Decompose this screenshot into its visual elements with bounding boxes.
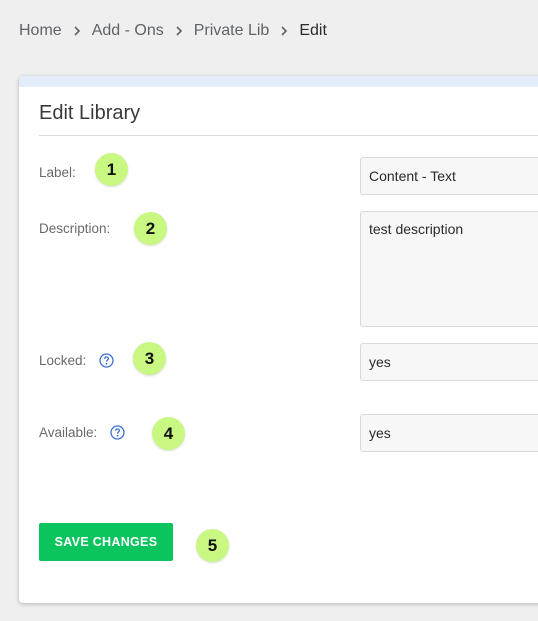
available-field-label: Available: — [39, 425, 125, 440]
label-input[interactable]: Content - Text — [360, 157, 538, 195]
available-select[interactable]: yes — [360, 414, 538, 452]
locked-select[interactable]: yes — [360, 343, 538, 381]
description-textarea[interactable]: test description — [360, 211, 538, 327]
breadcrumb-home[interactable]: Home — [19, 22, 62, 40]
description-field-label: Description: — [39, 221, 110, 236]
annotation-badge-2: 2 — [134, 212, 167, 245]
chevron-right-icon — [164, 21, 194, 41]
locked-field-label: Locked: — [39, 353, 114, 368]
breadcrumb: Home Add - Ons Private Lib Edit — [19, 21, 327, 41]
annotation-badge-4: 4 — [152, 417, 185, 450]
annotation-badge-3: 3 — [133, 342, 166, 375]
card-accent-bar — [19, 76, 538, 87]
question-circle-icon[interactable] — [110, 425, 125, 440]
title-divider — [39, 135, 538, 136]
page-title: Edit Library — [39, 102, 141, 124]
label-field-label: Label: — [39, 165, 76, 180]
breadcrumb-private-lib[interactable]: Private Lib — [194, 22, 270, 40]
annotation-badge-1: 1 — [95, 153, 128, 186]
available-field-label-text: Available: — [39, 425, 98, 440]
label-field-label-text: Label: — [39, 165, 76, 180]
breadcrumb-current-edit: Edit — [299, 22, 327, 39]
locked-field-label-text: Locked: — [39, 353, 87, 368]
chevron-right-icon — [62, 21, 92, 41]
chevron-right-icon — [269, 21, 299, 41]
question-circle-icon[interactable] — [99, 353, 114, 368]
breadcrumb-add-ons[interactable]: Add - Ons — [92, 22, 164, 40]
annotation-badge-5: 5 — [196, 529, 229, 562]
edit-library-card: Edit Library Label: Content - Text Descr… — [19, 76, 538, 603]
save-changes-button[interactable]: SAVE CHANGES — [39, 523, 173, 561]
description-field-label-text: Description: — [39, 221, 111, 236]
